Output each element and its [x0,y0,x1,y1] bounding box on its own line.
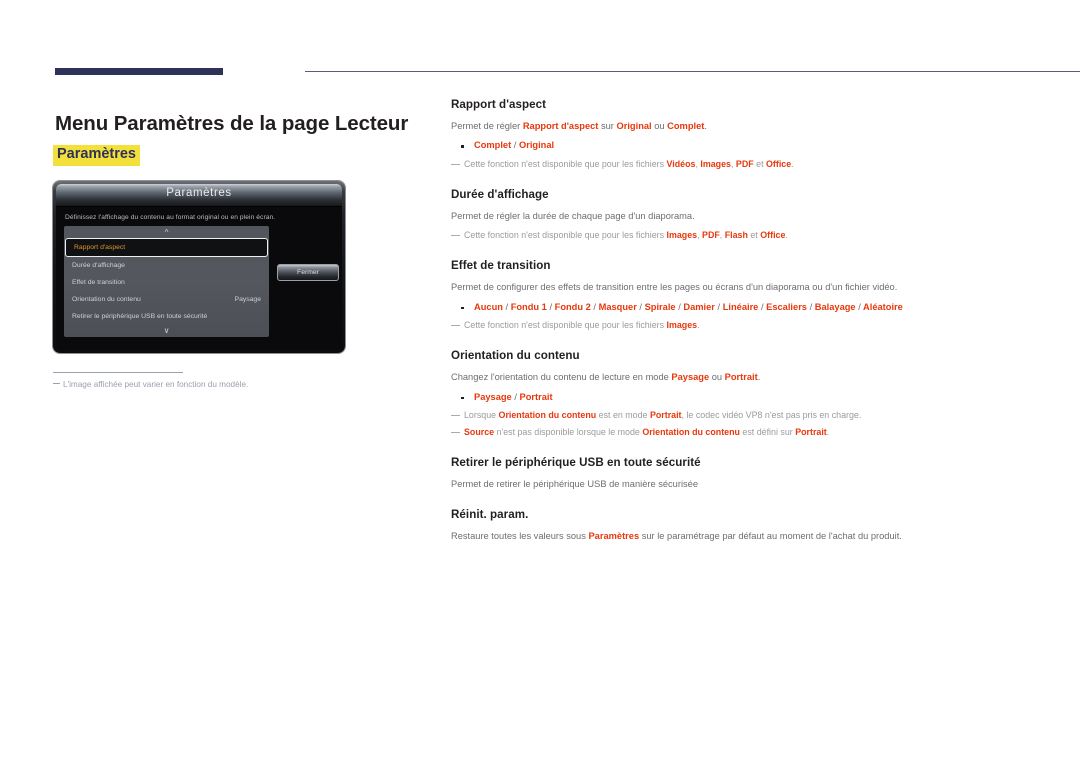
setting-heading: Durée d'affichage [451,187,549,201]
setting-section: Orientation du contenu Changez l'orientat… [451,349,1026,439]
setting-section: Retirer le périphérique USB en toute séc… [451,456,1026,491]
section-subtitle-wrapper: Paramètres [53,145,140,166]
osd-menu-item[interactable]: Rapport d'aspect [65,238,268,257]
osd-menu-item-label: Effet de transition [72,279,125,286]
setting-description: Permet de configurer des effets de trans… [451,282,898,293]
tv-mock-footnote: L'image affichée peut varier en fonction… [53,380,248,389]
setting-heading: Réinit. param. [451,508,529,522]
setting-options-bullet: Aucun / Fondu 1 / Fondu 2 / Masquer / Sp… [451,301,1026,314]
osd-menu-item-label: Orientation du contenu [72,296,141,303]
osd-menu-item[interactable]: Orientation du contenu Paysage [64,291,269,308]
osd-menu-item[interactable]: Effet de transition [64,274,269,291]
footnote-text: L'image affichée peut varier en fonction… [63,380,249,389]
footnote-divider [53,372,183,373]
osd-menu-item-label: Rapport d'aspect [74,244,126,251]
setting-note: Cette fonction n'est disponible que pour… [451,319,1026,332]
section-subtitle-highlight: Paramètres [53,145,140,166]
osd-close-button[interactable]: Fermer [277,264,339,281]
setting-heading: Retirer le périphérique USB en toute séc… [451,455,701,469]
setting-heading: Rapport d'aspect [451,98,547,111]
osd-title-bar: Paramètres [56,184,342,207]
setting-section: Rapport d'aspect Permet de régler Rapport… [451,98,1026,171]
setting-section: Réinit. param. Restaure toutes les valeur… [451,508,1026,543]
page-title: Menu Paramètres de la page Lecteur [55,111,409,135]
header-rule-thin [305,71,1080,72]
setting-options-bullet: Complet / Original [451,139,1026,152]
osd-menu-list: ^ Rapport d'aspect Durée d'affichage Effet… [64,226,269,337]
osd-description: Définissez l'affichage du contenu au for… [65,214,276,221]
chevron-up-icon[interactable]: ^ [64,227,269,238]
setting-description: Permet de régler Rapport d'aspect sur Or… [451,121,707,131]
page-header-rules [55,68,1080,78]
setting-heading: Effet de transition [451,259,551,273]
setting-description: Permet de régler la durée de chaque page… [451,210,695,221]
setting-section: Durée d'affichage Permet de régler la dur… [451,188,1026,242]
setting-heading: Orientation du contenu [451,349,580,363]
tv-display-mockup: Paramètres Définissez l'affichage du con… [53,181,345,353]
setting-note: Cette fonction n'est disponible que pour… [451,158,1026,171]
osd-menu-item[interactable]: Durée d'affichage [64,257,269,274]
osd-menu-item-label: Durée d'affichage [72,262,125,269]
setting-description: Restaure toutes les valeurs sous Paramèt… [451,531,902,542]
chevron-down-icon[interactable]: ∨ [64,325,269,336]
setting-section: Effet de transition Permet de configurer … [451,259,1026,332]
setting-description: Permet de retirer le périphérique USB de… [451,478,699,489]
setting-description: Changez l'orientation du contenu de lect… [451,372,761,383]
osd-menu-item-value: Paysage [234,296,261,303]
setting-note: Source n'est pas disponible lorsque le m… [451,426,1026,439]
osd-menu-rows: Rapport d'aspect Durée d'affichage Effet d… [64,238,269,325]
tv-screen: Paramètres Définissez l'affichage du con… [56,184,342,350]
setting-note: Cette fonction n'est disponible que pour… [451,229,1026,242]
setting-note: Lorsque Orientation du contenu est en mo… [451,409,1026,422]
setting-options-bullet: Paysage / Portrait [451,391,1026,404]
osd-menu-item-label: Retirer le périphérique USB en toute séc… [72,313,208,320]
settings-descriptions-column: Rapport d'aspect Permet de régler Rapport… [451,98,1026,550]
osd-menu-item[interactable]: Retirer le périphérique USB en toute séc… [64,308,269,325]
header-rule-thick [55,68,223,75]
footnote-dash-icon [53,383,60,384]
osd-title: Paramètres [166,187,232,199]
